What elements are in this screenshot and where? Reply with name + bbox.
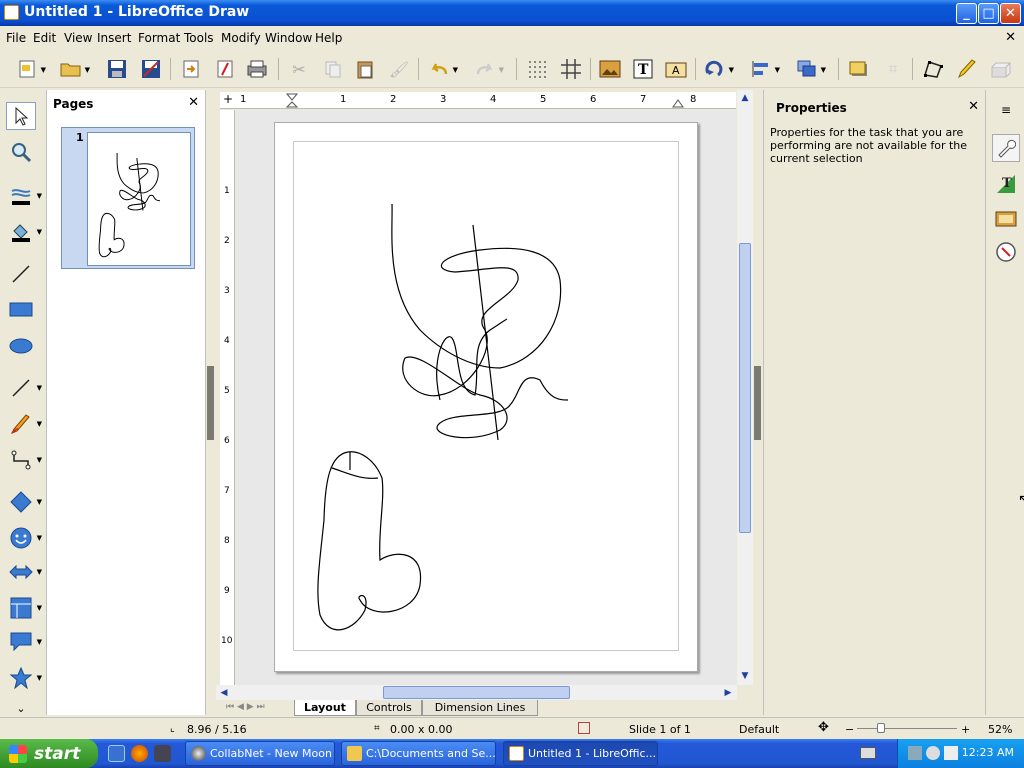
- freehand-scribble-path: [391, 203, 569, 439]
- keyboard-icon[interactable]: [860, 747, 876, 759]
- draw-task-icon: [509, 746, 524, 761]
- navigator-compass-icon[interactable]: [992, 238, 1020, 266]
- task-documents-folder[interactable]: C:\Documents and Se...: [341, 741, 496, 766]
- sidebar-splitter[interactable]: [753, 90, 763, 715]
- horizontal-scrollbar[interactable]: ◀ ▶: [216, 685, 737, 701]
- task-documents-label: C:\Documents and Se...: [366, 747, 496, 760]
- position-icon: ⌞: [170, 723, 175, 734]
- task-libreoffice-draw[interactable]: Untitled 1 - LibreOffic...: [503, 741, 658, 766]
- zoom-in-button[interactable]: +: [961, 723, 970, 736]
- scroll-down-icon[interactable]: ▼: [737, 668, 753, 684]
- browser-icon: [191, 746, 206, 761]
- tab-navigation-icons[interactable]: ⏮ ◀ ▶ ⏭: [226, 702, 265, 712]
- properties-title: Properties: [776, 101, 847, 115]
- clock[interactable]: 12:23 AM: [962, 746, 1014, 759]
- security-icon[interactable]: [926, 746, 940, 760]
- volume-icon[interactable]: [944, 746, 958, 760]
- sidebar-tab-bar: ≡ T: [985, 90, 1024, 715]
- properties-panel: Properties ✕ Properties for the task tha…: [763, 90, 985, 715]
- vertical-scrollbar[interactable]: ▲ ▼: [737, 90, 753, 685]
- show-desktop-icon[interactable]: [108, 745, 125, 762]
- mouse-cursor-icon: ↖: [1018, 492, 1024, 508]
- scroll-right-icon[interactable]: ▶: [720, 685, 736, 701]
- master-page-name: Default: [739, 723, 780, 736]
- freehand-vertical-line: [472, 224, 499, 441]
- taskbar: start CollabNet - New Moon C:\Documents …: [0, 739, 1024, 768]
- cursor-position: 8.96 / 5.16: [187, 723, 247, 736]
- object-size: 0.00 x 0.00: [390, 723, 453, 736]
- fit-page-icon[interactable]: ✥: [818, 720, 829, 735]
- gallery-icon[interactable]: [992, 204, 1020, 232]
- svg-text:T: T: [1002, 176, 1012, 191]
- firefox-icon[interactable]: [131, 745, 148, 762]
- zoom-level[interactable]: 52%: [988, 723, 1012, 736]
- sidebar-menu-icon[interactable]: ≡: [992, 96, 1020, 124]
- scroll-up-icon[interactable]: ▲: [737, 90, 753, 106]
- tab-controls[interactable]: Controls: [356, 700, 422, 716]
- task-draw-label: Untitled 1 - LibreOffic...: [528, 747, 657, 760]
- system-tray: 12:23 AM: [897, 739, 1024, 768]
- size-icon: ⌗: [374, 723, 380, 734]
- windows-logo-icon: [9, 745, 27, 763]
- status-bar: ⌞ 8.96 / 5.16 ⌗ 0.00 x 0.00 Slide 1 of 1…: [0, 717, 1024, 739]
- media-icon[interactable]: [154, 745, 171, 762]
- tab-dimension-lines[interactable]: Dimension Lines: [422, 700, 538, 716]
- start-label: start: [34, 743, 81, 764]
- scroll-left-icon[interactable]: ◀: [216, 685, 232, 701]
- zoom-slider-handle[interactable]: [877, 723, 885, 733]
- task-collabnet-label: CollabNet - New Moon: [210, 747, 332, 760]
- layer-tab-bar: ⏮ ◀ ▶ ⏭ Layout Controls Dimension Lines: [216, 700, 756, 716]
- properties-message: Properties for the task that you are per…: [770, 126, 968, 165]
- document-modified-icon[interactable]: [578, 722, 590, 734]
- properties-wrench-icon[interactable]: [992, 134, 1020, 162]
- folder-icon: [347, 746, 362, 761]
- zoom-out-button[interactable]: −: [845, 723, 854, 736]
- tab-layout[interactable]: Layout: [294, 700, 356, 716]
- network-icon[interactable]: [908, 746, 922, 760]
- slide-indicator: Slide 1 of 1: [629, 723, 691, 736]
- task-collabnet[interactable]: CollabNet - New Moon: [185, 741, 335, 766]
- vertical-scroll-thumb[interactable]: [739, 243, 751, 533]
- horizontal-scroll-thumb[interactable]: [383, 686, 570, 699]
- properties-close-icon[interactable]: ✕: [968, 99, 979, 114]
- styles-formatting-icon[interactable]: T: [992, 170, 1020, 198]
- freehand-cross-path: [436, 318, 508, 401]
- zoom-slider-track[interactable]: [857, 728, 957, 729]
- splitter-handle-right[interactable]: [754, 366, 761, 440]
- start-button[interactable]: start: [0, 739, 98, 768]
